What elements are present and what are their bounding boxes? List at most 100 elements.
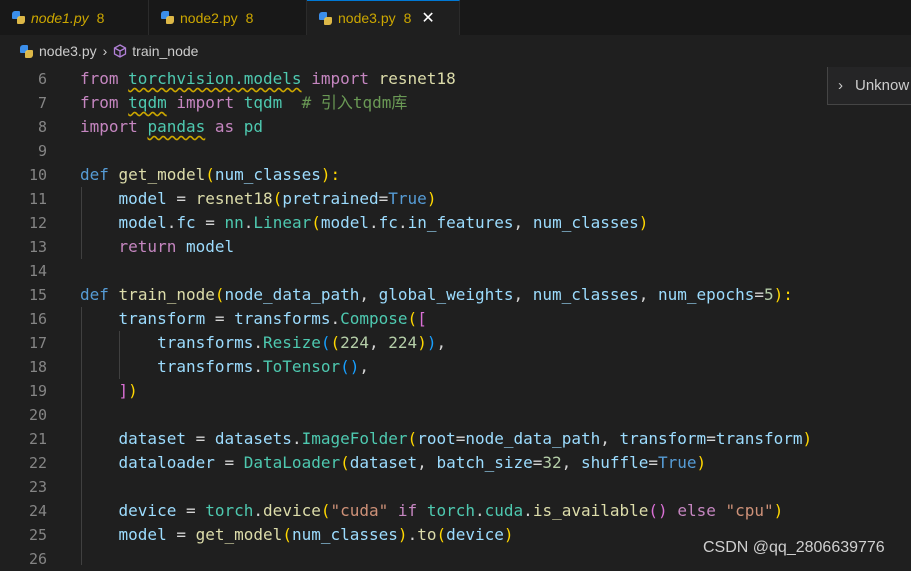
code-line: transform = transforms.Compose([: [80, 307, 427, 331]
token: =: [706, 429, 716, 448]
token: 224: [388, 333, 418, 352]
token: =: [754, 285, 764, 304]
token: .: [253, 333, 264, 352]
token: ,: [359, 285, 379, 304]
token: shuffle: [580, 453, 649, 472]
tab-node3[interactable]: node3.py 8 ✕: [307, 0, 460, 35]
token: def: [80, 165, 109, 184]
code-line: ]): [80, 379, 138, 403]
token: (: [214, 285, 225, 304]
tab-label: node1.py: [31, 9, 89, 26]
token: if: [397, 501, 418, 520]
line-number: 17: [28, 334, 47, 352]
token: batch_size: [436, 453, 533, 472]
token: node_data_path: [465, 429, 601, 448]
breadcrumb-symbol[interactable]: train_node: [132, 43, 198, 59]
token: ):: [320, 165, 341, 184]
token: ,: [638, 285, 658, 304]
token: ,: [369, 333, 389, 352]
tab-node2[interactable]: node2.py 8: [149, 0, 307, 35]
token: (: [340, 453, 350, 472]
token: (: [330, 333, 341, 352]
token: root: [417, 429, 456, 448]
token: num_classes: [532, 213, 639, 232]
token: device: [263, 501, 321, 520]
line-number: 25: [28, 526, 47, 544]
token: to: [417, 525, 437, 544]
token: (: [648, 501, 659, 520]
token: .: [369, 213, 379, 232]
token: ): [773, 501, 784, 520]
token: (: [407, 309, 418, 328]
token: get_model: [195, 525, 283, 544]
token: .: [291, 429, 302, 448]
token: def: [80, 285, 109, 304]
comment: # 引入tqdm库: [301, 93, 408, 112]
breadcrumb-file[interactable]: node3.py: [39, 43, 97, 59]
close-icon[interactable]: ✕: [421, 8, 434, 28]
python-file-icon: [20, 44, 33, 58]
token: (: [407, 429, 418, 448]
token: node_data_path: [224, 285, 360, 304]
token: num_classes: [214, 165, 321, 184]
token: .: [253, 501, 264, 520]
token: transform: [118, 309, 206, 328]
token: torch: [426, 501, 475, 520]
token: ): [417, 333, 427, 352]
token: (: [311, 213, 321, 232]
token: .: [397, 213, 408, 232]
token: True: [388, 189, 427, 208]
line-number: 7: [37, 94, 47, 112]
token: =: [166, 525, 196, 544]
line-number: 10: [28, 166, 47, 184]
watermark: CSDN @qq_2806639776: [703, 539, 885, 556]
token: num_classes: [532, 285, 639, 304]
token: num_epochs: [658, 285, 755, 304]
method-symbol-icon: [114, 44, 127, 58]
token: transforms: [157, 357, 254, 376]
token: resnet18: [195, 189, 273, 208]
code-line: dataloader = DataLoader(dataset, batch_s…: [80, 451, 707, 475]
token: (: [436, 525, 447, 544]
tab-label: node2.py: [180, 9, 238, 26]
token: datasets: [214, 429, 292, 448]
token: (: [282, 525, 292, 544]
token: import: [176, 93, 235, 112]
token: tqdm: [243, 93, 283, 112]
line-number: 21: [28, 430, 47, 448]
token: ): [658, 501, 668, 520]
token: ): [128, 381, 138, 400]
token: "cuda": [330, 501, 389, 520]
token: ): [802, 429, 813, 448]
token: ): [638, 213, 649, 232]
line-number: 13: [28, 238, 47, 256]
token: cuda: [484, 501, 524, 520]
problem-count-badge: 8: [245, 9, 254, 26]
token: resnet18: [378, 69, 456, 88]
token: transform: [619, 429, 707, 448]
token: =: [455, 429, 466, 448]
token: from: [80, 69, 119, 88]
token: from: [80, 93, 119, 112]
token: =: [214, 453, 244, 472]
code-line: def train_node(node_data_path, global_we…: [80, 283, 793, 307]
chevron-right-icon[interactable]: ›: [838, 77, 843, 94]
line-number: 22: [28, 454, 47, 472]
code-editor[interactable]: 6 7 8 9 10 11 12 13 14 15 16 17 18 19 20…: [0, 67, 911, 568]
token: import: [80, 117, 138, 136]
token: transforms: [234, 309, 331, 328]
peek-widget[interactable]: › Unknow: [827, 67, 911, 105]
tab-node1[interactable]: node1.py 8: [0, 0, 149, 35]
token: ,: [561, 453, 581, 472]
